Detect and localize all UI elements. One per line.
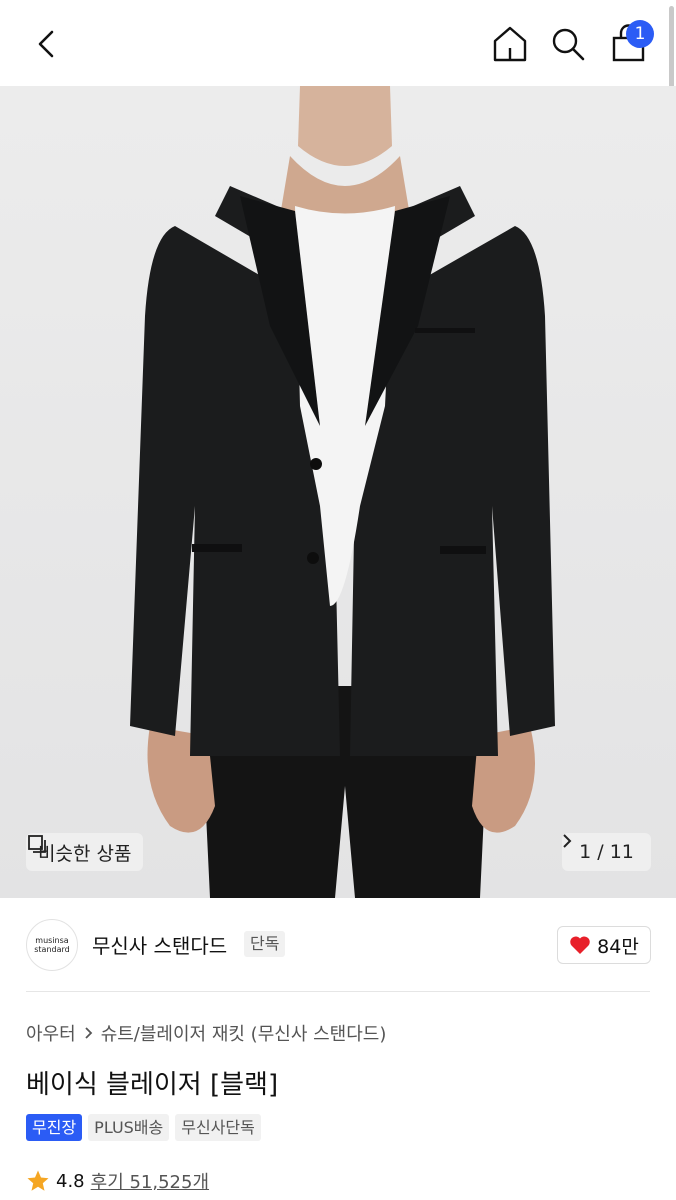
cart-count-badge: 1 — [626, 20, 654, 48]
back-button[interactable] — [28, 24, 68, 64]
breadcrumb-item-outer[interactable]: 아우터 — [26, 1020, 76, 1046]
tag-plus-delivery: PLUS배송 — [88, 1114, 170, 1141]
top-navigation-bar: 1 — [0, 0, 676, 98]
product-photo — [0, 86, 676, 898]
rating-row: 4.8 후기 51,525개 — [26, 1168, 209, 1194]
tag-mujinjang: 무진장 — [26, 1114, 83, 1141]
product-title: 베이식 블레이저 [블랙] — [26, 1070, 279, 1100]
star-icon — [27, 1170, 49, 1191]
like-button[interactable]: 84만 — [557, 926, 651, 964]
breadcrumb-item-category[interactable]: 슈트/블레이저 재킷 (무신사 스탠다드) — [101, 1020, 387, 1046]
product-image-carousel[interactable]: 비슷한 상품 1 / 11 — [0, 86, 676, 898]
image-counter-button[interactable]: 1 / 11 — [562, 833, 651, 871]
chevron-right-icon — [85, 1027, 92, 1039]
divider — [26, 991, 650, 992]
home-button[interactable] — [488, 22, 532, 66]
similar-products-button[interactable]: 비슷한 상품 — [26, 833, 144, 871]
similar-products-label: 비슷한 상품 — [38, 842, 132, 865]
brand-row: musinsa standard 무신사 스탠다드 단독 84만 — [0, 898, 676, 992]
brand-logo-line1: musinsa — [35, 936, 69, 945]
rating-score: 4.8 — [56, 1170, 85, 1192]
exclusive-badge: 단독 — [244, 931, 286, 957]
image-counter-text: 1 / 11 — [579, 841, 634, 863]
tag-musinsa-exclusive: 무신사단독 — [175, 1114, 261, 1141]
search-button[interactable] — [546, 22, 590, 66]
brand-name-link[interactable]: 무신사 스탠다드 — [92, 930, 227, 959]
heart-icon — [570, 936, 590, 954]
similar-items-icon — [28, 835, 46, 853]
reviews-link[interactable]: 후기 51,525개 — [91, 1168, 209, 1194]
chevron-left-icon — [38, 30, 54, 58]
brand-logo[interactable]: musinsa standard — [26, 919, 78, 971]
breadcrumb: 아우터 슈트/블레이저 재킷 (무신사 스탠다드) — [26, 1020, 386, 1046]
scrollbar[interactable] — [669, 6, 674, 98]
brand-logo-line2: standard — [34, 945, 70, 954]
search-icon — [552, 28, 585, 61]
home-icon — [493, 26, 527, 62]
product-tags: 무진장 PLUS배송 무신사단독 — [26, 1114, 261, 1141]
like-count: 84만 — [597, 935, 639, 958]
chevron-right-icon — [563, 834, 572, 848]
cart-button[interactable]: 1 — [604, 20, 654, 68]
